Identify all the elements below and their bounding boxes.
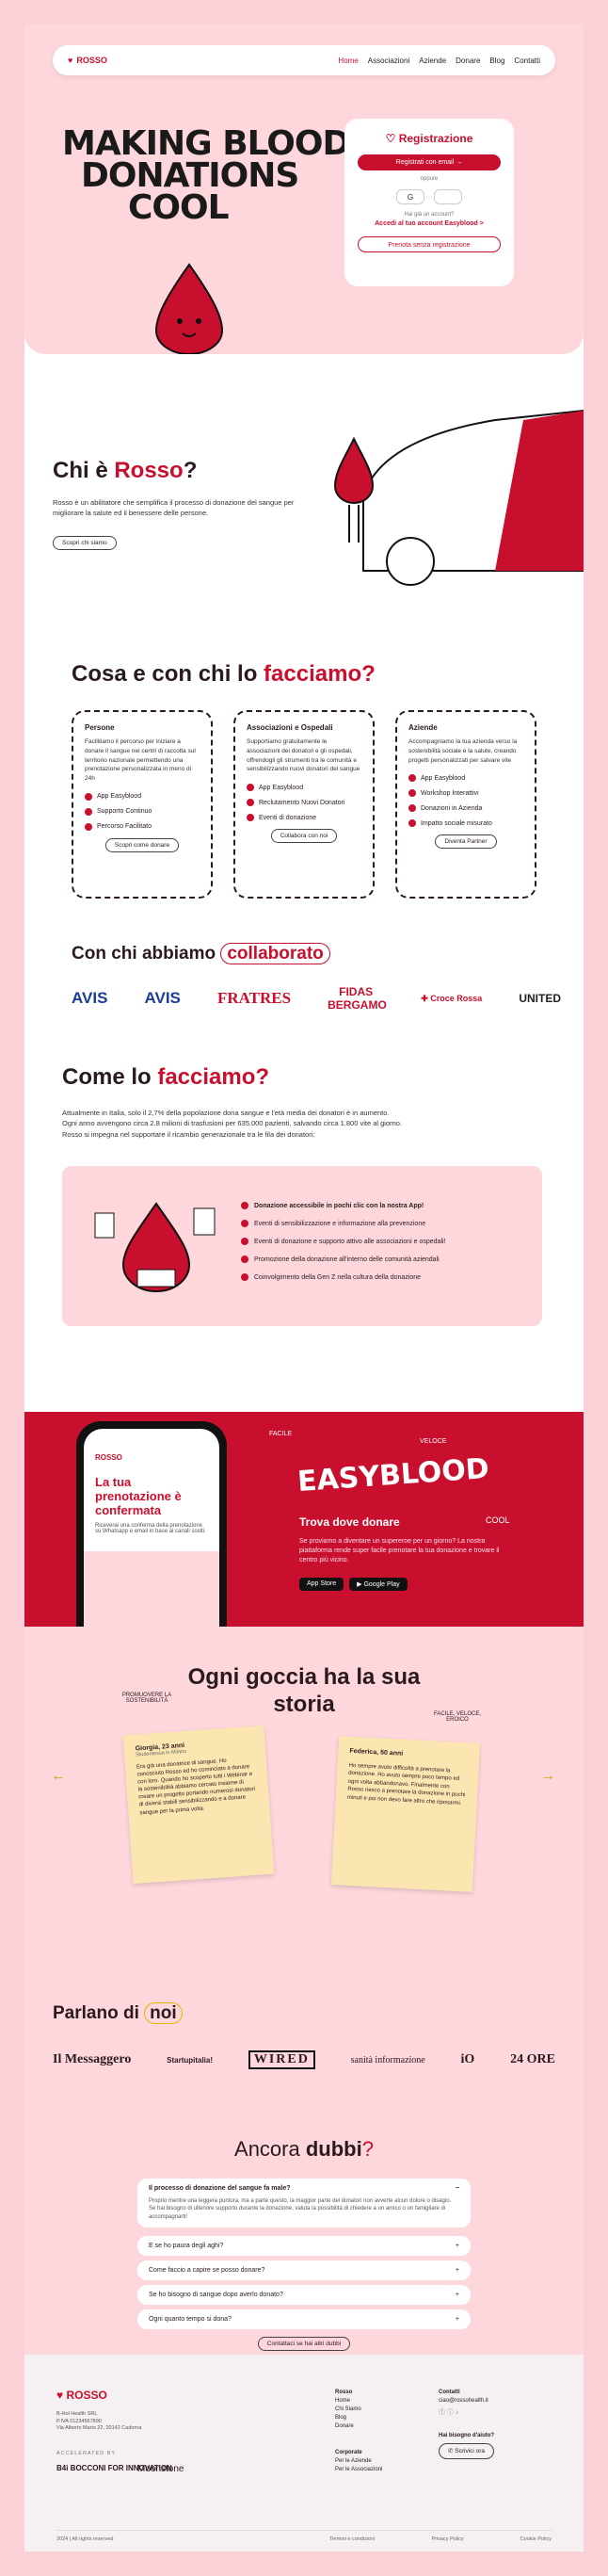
card-associazioni: Associazioni e Ospedali Supportiamo grat… — [233, 710, 375, 899]
apple-login-button[interactable] — [434, 189, 462, 204]
heart-icon: ♥ — [68, 56, 73, 65]
what-title: Cosa e con chi lo facciamo? — [72, 661, 376, 687]
become-partner-button[interactable]: Diventa Partner — [435, 834, 497, 850]
plus-icon: + — [455, 2292, 459, 2298]
faq-title: Ancora dubbi? — [234, 2137, 374, 2161]
press-logos: Il Messaggero Startupitalia! WIRED sanit… — [53, 2050, 555, 2069]
footer-logo: ♥ ROSSO — [56, 2389, 107, 2402]
faq-item-open[interactable]: Il processo di donazione del sangue fa m… — [137, 2179, 471, 2228]
faq-section: Ancora dubbi? Il processo di donazione d… — [24, 2128, 584, 2355]
plus-icon: + — [455, 2316, 459, 2323]
footer-bottom: 2024 | All rights reserved Termini e con… — [56, 2530, 552, 2542]
avis-logo-2: AVIS — [144, 989, 181, 1007]
heart-icon: ♥ — [56, 2389, 67, 2402]
fidas-logo: FIDAS BERGAMO — [328, 985, 387, 1012]
how-body: Attualmente in Italia, solo il 2,7% dell… — [62, 1109, 403, 1139]
how-title: Come lo facciamo? — [62, 1064, 270, 1090]
hero-section: ♥ ROSSO Home Associazioni Aziende Donare … — [24, 24, 584, 354]
discover-donate-button[interactable]: Scopri come donare — [104, 837, 180, 852]
google-login-button[interactable]: G — [396, 189, 424, 204]
stories-title: Ogni goccia ha la sua storia — [187, 1664, 421, 1717]
brand-logo[interactable]: ♥ ROSSO — [68, 56, 107, 65]
about-section: Chi è Rosso? Rosso è un abilitatore che … — [53, 458, 297, 550]
united-logo: UNITED — [519, 992, 561, 1005]
register-email-button[interactable]: Registrati con email → — [358, 154, 501, 170]
phone-mockup: ROSSO La tua prenotazione è confermata R… — [76, 1421, 227, 1627]
nav-home[interactable]: Home — [338, 57, 358, 65]
blood-drop-mascot-icon — [154, 263, 224, 354]
nav-aziende[interactable]: Aziende — [419, 57, 446, 65]
discover-about-button[interactable]: Scopri chi siamo — [53, 535, 117, 550]
how-box: Donazione accessibile in pochi clic con … — [62, 1166, 542, 1326]
nav-contatti[interactable]: Contatti — [514, 57, 540, 65]
footer-col-contatti: Contatti ciao@rossohealth.it ⓕ ⓘ ♪ Hai b… — [439, 2389, 495, 2460]
moonstone-logo: Moonstone — [137, 2464, 184, 2474]
multitask-mascot-icon — [94, 1202, 216, 1292]
car-illustration-icon — [333, 409, 584, 586]
registration-card: ♡ Registrazione Registrati con email → o… — [344, 119, 514, 286]
app-store-button[interactable]: App Store — [299, 1578, 344, 1591]
fratres-logo: FRATRES — [216, 989, 292, 1007]
card-persone: Persone Facilitiamo il percorso per iniz… — [72, 710, 213, 899]
faq-item[interactable]: Come faccio a capire se posso donare? + — [137, 2260, 471, 2280]
red-cross-logo: ✚ Croce Rossa — [421, 993, 483, 1003]
arrow-right-icon[interactable]: → — [540, 1768, 555, 1785]
login-link[interactable]: Accedi al tuo account Easyblood > — [358, 220, 501, 227]
faq-item[interactable]: Ogni quanto tempo si dona? + — [137, 2309, 471, 2329]
nav-associazioni[interactable]: Associazioni — [368, 57, 409, 65]
book-without-registration-button[interactable]: Prenota senza registrazione — [358, 236, 501, 252]
hero-headline: MAKING BLOOD DONATIONS COOL — [62, 124, 350, 227]
whatsapp-button[interactable]: ✆ Scrivici ora — [439, 2442, 495, 2460]
red-cross-icon: ✚ — [421, 993, 431, 1003]
story-card-giorgia: Giorgia, 23 anni Studentessa in Milano E… — [122, 1725, 275, 1885]
nav-blog[interactable]: Blog — [489, 57, 504, 65]
arrow-left-icon[interactable]: ← — [51, 1768, 66, 1785]
faq-item[interactable]: E se ho paura degli aghi? + — [137, 2236, 471, 2256]
faq-item[interactable]: Se ho bisogno di sangue dopo averlo dona… — [137, 2285, 471, 2305]
story-card-federica: Federica, 50 anni Ho sempre avuto diffic… — [330, 1736, 481, 1892]
google-icon: G — [407, 193, 414, 202]
social-icons[interactable]: ⓕ ⓘ ♪ — [439, 2408, 494, 2419]
nav-donare[interactable]: Donare — [456, 57, 480, 65]
easyblood-section: ROSSO La tua prenotazione è confermata R… — [24, 1412, 584, 1627]
page: ♥ ROSSO Home Associazioni Aziende Donare … — [24, 24, 584, 2552]
plus-icon: + — [455, 2267, 459, 2274]
easyblood-wordmark: EASYBLOOD — [296, 1451, 490, 1499]
about-title: Chi è Rosso? — [53, 458, 198, 483]
avis-logo: AVIS — [72, 989, 108, 1007]
navbar: ♥ ROSSO Home Associazioni Aziende Donare … — [53, 45, 555, 75]
partner-logos: AVIS AVIS FRATRES FIDAS BERGAMO ✚ Croce … — [72, 985, 561, 1012]
collaborate-button[interactable]: Collabora con noi — [270, 829, 338, 843]
collab-title: Con chi abbiamo collaborato — [72, 943, 330, 964]
stories-section: Ogni goccia ha la sua storia ← → PROMUOV… — [24, 1627, 584, 2128]
footer-col-rosso: Rosso Home Chi Siamo Blog Donare — [335, 2390, 361, 2429]
footer: ♥ ROSSO B-Hol Health SRL P.IVA 012345678… — [24, 2355, 584, 2552]
heart-icon: ♡ — [385, 132, 399, 145]
google-play-button[interactable]: ▶ Google Play — [349, 1578, 408, 1591]
contact-us-button[interactable]: Contattaci se hai altri dubbi — [257, 2337, 351, 2351]
footer-col-corporate: Corporate Per le Aziende Per le Associazi… — [335, 2450, 383, 2472]
plus-icon: + — [455, 2243, 459, 2249]
card-aziende: Aziende Accompagniamo la tua azienda ver… — [395, 710, 536, 899]
minus-icon: − — [455, 2185, 459, 2192]
press-title: Parlano di noi — [53, 2002, 183, 2024]
